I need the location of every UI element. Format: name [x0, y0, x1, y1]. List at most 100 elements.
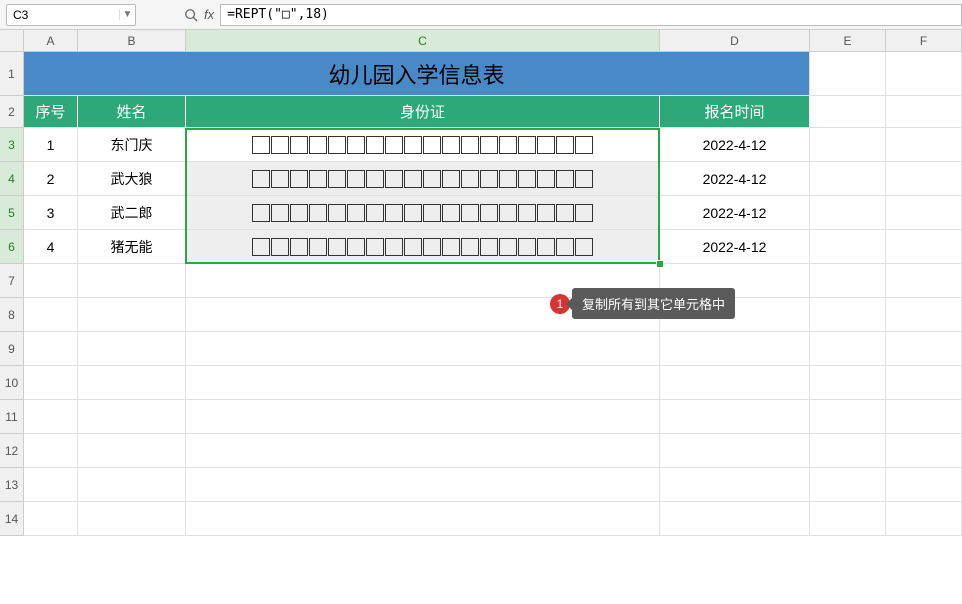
cell[interactable] — [78, 502, 186, 536]
cell-name[interactable]: 东门庆 — [78, 128, 186, 162]
cell[interactable] — [810, 52, 886, 96]
cell[interactable] — [886, 400, 962, 434]
cell[interactable] — [24, 332, 78, 366]
cell-date[interactable]: 2022-4-12 — [660, 230, 810, 264]
cell[interactable] — [660, 468, 810, 502]
cell[interactable] — [886, 264, 962, 298]
cell-name[interactable]: 猪无能 — [78, 230, 186, 264]
col-header-e[interactable]: E — [810, 30, 886, 52]
cell[interactable] — [78, 332, 186, 366]
cell-seq[interactable]: 1 — [24, 128, 78, 162]
cell[interactable] — [810, 434, 886, 468]
cell-id[interactable] — [186, 196, 660, 230]
row-header[interactable]: 12 — [0, 434, 24, 468]
cell[interactable] — [810, 400, 886, 434]
cell[interactable] — [24, 366, 78, 400]
name-box[interactable]: C3 ▼ — [6, 4, 136, 26]
cell[interactable] — [78, 264, 186, 298]
row-header[interactable]: 14 — [0, 502, 24, 536]
cell[interactable] — [810, 366, 886, 400]
cell[interactable] — [186, 332, 660, 366]
row-header[interactable]: 2 — [0, 96, 24, 128]
cell[interactable] — [886, 434, 962, 468]
select-all-corner[interactable] — [0, 30, 24, 52]
cell[interactable] — [24, 434, 78, 468]
col-header-b[interactable]: B — [78, 30, 186, 52]
row-header[interactable]: 3 — [0, 128, 24, 162]
cell[interactable] — [886, 162, 962, 196]
cell[interactable] — [886, 468, 962, 502]
cell[interactable] — [660, 400, 810, 434]
cell[interactable] — [78, 468, 186, 502]
cell[interactable] — [810, 196, 886, 230]
cell[interactable] — [810, 468, 886, 502]
header-seq[interactable]: 序号 — [24, 96, 78, 128]
cell[interactable] — [886, 230, 962, 264]
cell[interactable] — [24, 298, 78, 332]
cell-date[interactable]: 2022-4-12 — [660, 162, 810, 196]
cell[interactable] — [186, 400, 660, 434]
cell[interactable] — [78, 298, 186, 332]
cell[interactable] — [886, 52, 962, 96]
dropdown-arrow-icon[interactable]: ▼ — [119, 9, 135, 20]
cell[interactable] — [810, 502, 886, 536]
cell[interactable] — [24, 400, 78, 434]
cell[interactable] — [78, 400, 186, 434]
fx-icon[interactable]: fx — [204, 7, 214, 22]
cell[interactable] — [186, 468, 660, 502]
cell-name[interactable]: 武二郎 — [78, 196, 186, 230]
cell[interactable] — [24, 502, 78, 536]
col-header-f[interactable]: F — [886, 30, 962, 52]
search-icon[interactable] — [182, 6, 200, 24]
cell[interactable] — [886, 96, 962, 128]
cell-name[interactable]: 武大狼 — [78, 162, 186, 196]
cell[interactable] — [660, 434, 810, 468]
cell[interactable] — [886, 298, 962, 332]
row-header[interactable]: 9 — [0, 332, 24, 366]
cell[interactable] — [24, 468, 78, 502]
header-id[interactable]: 身份证 — [186, 96, 660, 128]
formula-input[interactable]: =REPT("□",18) — [220, 4, 962, 26]
cell[interactable] — [810, 230, 886, 264]
cell[interactable] — [886, 332, 962, 366]
cell[interactable] — [186, 434, 660, 468]
row-header[interactable]: 4 — [0, 162, 24, 196]
col-header-a[interactable]: A — [24, 30, 78, 52]
cell[interactable] — [886, 196, 962, 230]
cell-date[interactable]: 2022-4-12 — [660, 196, 810, 230]
cell[interactable] — [886, 128, 962, 162]
row-header[interactable]: 1 — [0, 52, 24, 96]
cell[interactable] — [660, 366, 810, 400]
cell[interactable] — [810, 298, 886, 332]
cell-seq[interactable]: 4 — [24, 230, 78, 264]
cell[interactable] — [886, 366, 962, 400]
title-cell[interactable]: 幼儿园入学信息表 — [24, 52, 810, 96]
cell[interactable] — [660, 502, 810, 536]
cell[interactable] — [810, 162, 886, 196]
cell[interactable] — [886, 502, 962, 536]
cell[interactable] — [186, 502, 660, 536]
cell[interactable] — [810, 96, 886, 128]
cell-seq[interactable]: 2 — [24, 162, 78, 196]
cell-seq[interactable]: 3 — [24, 196, 78, 230]
cell-id[interactable] — [186, 230, 660, 264]
fill-handle[interactable] — [656, 260, 664, 268]
header-date[interactable]: 报名时间 — [660, 96, 810, 128]
cell[interactable] — [24, 264, 78, 298]
cell[interactable] — [186, 366, 660, 400]
cell[interactable] — [810, 332, 886, 366]
cell[interactable] — [78, 434, 186, 468]
cell-id[interactable] — [186, 162, 660, 196]
row-header[interactable]: 7 — [0, 264, 24, 298]
col-header-d[interactable]: D — [660, 30, 810, 52]
cell[interactable] — [810, 264, 886, 298]
row-header[interactable]: 13 — [0, 468, 24, 502]
row-header[interactable]: 6 — [0, 230, 24, 264]
cell[interactable] — [810, 128, 886, 162]
row-header[interactable]: 8 — [0, 298, 24, 332]
cell[interactable] — [660, 332, 810, 366]
header-name[interactable]: 姓名 — [78, 96, 186, 128]
cell-date[interactable]: 2022-4-12 — [660, 128, 810, 162]
row-header[interactable]: 5 — [0, 196, 24, 230]
cell[interactable] — [78, 366, 186, 400]
